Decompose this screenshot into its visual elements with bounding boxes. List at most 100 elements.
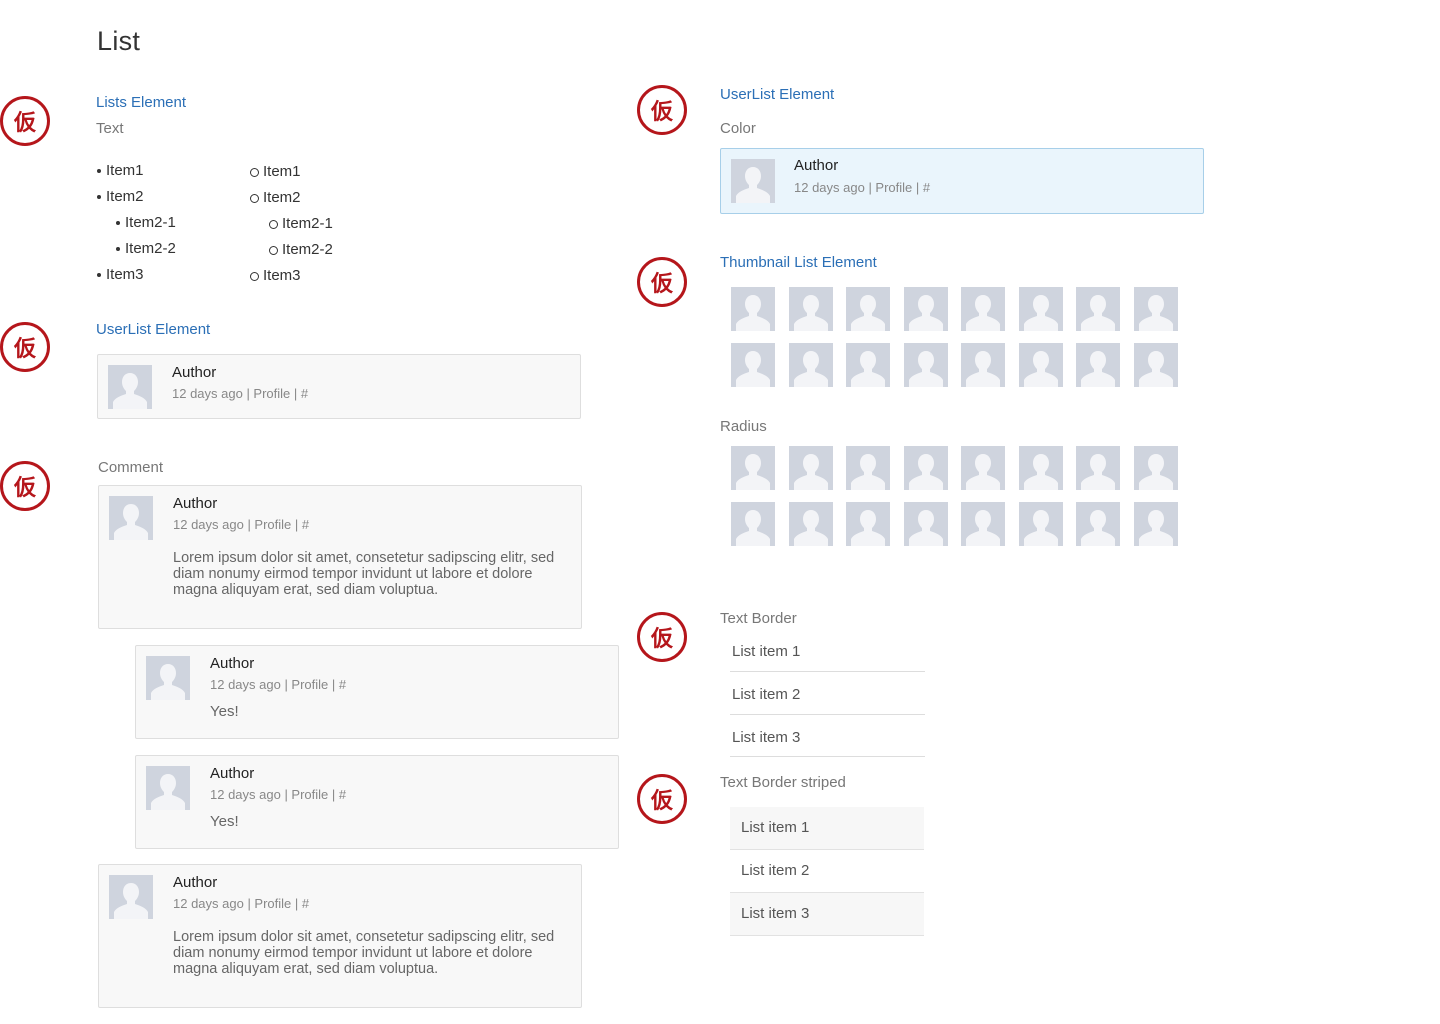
draft-stamp-icon: 仮	[0, 96, 50, 146]
circle-bullet-icon	[269, 219, 278, 229]
thumbnail-avatar-icon[interactable]	[846, 446, 890, 490]
striped-row[interactable]: List item 3	[730, 893, 924, 936]
circle-list-item: Item2-2	[269, 241, 333, 258]
thumbnail-avatar-icon[interactable]	[731, 502, 775, 546]
striped-item-label: List item 3	[741, 905, 810, 922]
bullet-list-item: Item2	[97, 188, 144, 205]
text-border-item[interactable]: List item 2	[732, 686, 800, 703]
thumbnail-avatar-icon[interactable]	[731, 446, 775, 490]
comment-body: Lorem ipsum dolor sit amet, consetetur s…	[173, 550, 555, 598]
user-meta[interactable]: 12 days ago | Profile | #	[794, 180, 930, 195]
comment-card: Author 12 days ago | Profile | # Lorem i…	[98, 864, 582, 1008]
page-title: List	[97, 26, 141, 56]
bullet-icon	[97, 169, 101, 174]
reply-author[interactable]: Author	[210, 655, 254, 672]
comment-meta[interactable]: 12 days ago | Profile | #	[173, 517, 309, 532]
draft-stamp-icon: 仮	[637, 774, 687, 824]
striped-row[interactable]: List item 1	[730, 807, 924, 850]
draft-stamp-icon: 仮	[637, 257, 687, 307]
striped-item-label: List item 2	[741, 862, 810, 879]
thumbnail-avatar-icon[interactable]	[1019, 343, 1063, 387]
user-avatar-icon	[109, 496, 153, 540]
thumbnail-avatar-icon[interactable]	[789, 446, 833, 490]
thumbnail-avatar-icon[interactable]	[1019, 502, 1063, 546]
thumbnail-avatar-icon[interactable]	[846, 287, 890, 331]
thumbnail-avatar-icon[interactable]	[789, 502, 833, 546]
thumbnail-avatar-icon[interactable]	[904, 446, 948, 490]
reply-meta[interactable]: 12 days ago | Profile | #	[210, 677, 346, 692]
thumbnail-avatar-icon[interactable]	[1134, 502, 1178, 546]
bullet-icon	[116, 221, 120, 226]
thumbnail-avatar-icon[interactable]	[731, 287, 775, 331]
divider	[730, 714, 925, 715]
draft-stamp-icon: 仮	[0, 322, 50, 372]
divider	[730, 671, 925, 672]
reply-meta[interactable]: 12 days ago | Profile | #	[210, 787, 346, 802]
thumbnail-avatar-icon[interactable]	[1076, 287, 1120, 331]
thumbnail-avatar-icon[interactable]	[1134, 343, 1178, 387]
text-border-item[interactable]: List item 1	[732, 643, 800, 660]
thumbnail-avatar-icon[interactable]	[1076, 446, 1120, 490]
bullet-list-item: Item1	[97, 162, 144, 179]
thumbnail-avatar-icon[interactable]	[846, 502, 890, 546]
reply-body: Yes!	[210, 813, 239, 830]
thumbnail-avatar-icon[interactable]	[846, 343, 890, 387]
thumbnail-avatar-icon[interactable]	[1076, 343, 1120, 387]
bullet-icon	[97, 273, 101, 278]
color-label: Color	[720, 120, 756, 137]
thumbnail-avatar-icon[interactable]	[1134, 287, 1178, 331]
user-avatar-icon	[109, 875, 153, 919]
thumbnail-avatar-icon[interactable]	[731, 343, 775, 387]
thumbnail-avatar-icon[interactable]	[904, 343, 948, 387]
striped-row[interactable]: List item 2	[730, 850, 924, 893]
user-card-color: Author 12 days ago | Profile | #	[720, 148, 1204, 214]
author-name[interactable]: Author	[172, 364, 216, 381]
thumbnail-avatar-icon[interactable]	[961, 287, 1005, 331]
draft-stamp-icon: 仮	[0, 461, 50, 511]
bullet-list-item: Item2-2	[116, 240, 176, 257]
thumbnail-avatar-icon[interactable]	[1134, 446, 1178, 490]
thumbnail-avatar-icon[interactable]	[1019, 287, 1063, 331]
comment-label: Comment	[98, 459, 164, 476]
user-card: Author 12 days ago | Profile | #	[97, 354, 581, 419]
user-avatar-icon	[108, 365, 152, 409]
userlist-element-title: UserList Element	[96, 321, 211, 338]
reply-card: Author 12 days ago | Profile | # Yes!	[135, 755, 619, 849]
user-avatar-icon	[146, 656, 190, 700]
circle-list-item: Item3	[250, 267, 301, 284]
text-border-striped-label: Text Border striped	[720, 774, 846, 791]
thumbnail-avatar-icon[interactable]	[789, 343, 833, 387]
thumbnail-avatar-icon[interactable]	[961, 502, 1005, 546]
text-border-label: Text Border	[720, 610, 797, 627]
thumbnail-avatar-icon[interactable]	[904, 502, 948, 546]
circle-bullet-icon	[250, 167, 259, 177]
thumbnail-list-title: Thumbnail List Element	[720, 254, 877, 271]
circle-bullet-icon	[250, 193, 259, 203]
comment-author[interactable]: Author	[173, 495, 217, 512]
text-border-item[interactable]: List item 3	[732, 729, 800, 746]
circle-bullet-icon	[250, 271, 259, 281]
thumbnail-avatar-icon[interactable]	[961, 343, 1005, 387]
thumbnail-avatar-icon[interactable]	[789, 287, 833, 331]
circle-list-item: Item2	[250, 189, 301, 206]
comment-author[interactable]: Author	[173, 874, 217, 891]
lists-element-title: Lists Element	[96, 94, 187, 111]
circle-list-item: Item2-1	[269, 215, 333, 232]
thumbnail-avatar-icon[interactable]	[961, 446, 1005, 490]
comment-body: Lorem ipsum dolor sit amet, consetetur s…	[173, 929, 555, 977]
thumbnail-avatar-icon[interactable]	[904, 287, 948, 331]
thumbnail-avatar-icon[interactable]	[1076, 502, 1120, 546]
circle-list-item: Item1	[250, 163, 301, 180]
author-name[interactable]: Author	[794, 157, 838, 174]
lists-text-label: Text	[96, 120, 124, 137]
bullet-list-item: Item2-1	[116, 214, 176, 231]
thumbnail-avatar-icon[interactable]	[1019, 446, 1063, 490]
reply-card: Author 12 days ago | Profile | # Yes!	[135, 645, 619, 739]
bullet-icon	[116, 247, 120, 252]
draft-stamp-icon: 仮	[637, 85, 687, 135]
reply-author[interactable]: Author	[210, 765, 254, 782]
bullet-list-item: Item3	[97, 266, 144, 283]
user-meta[interactable]: 12 days ago | Profile | #	[172, 386, 308, 401]
striped-item-label: List item 1	[741, 819, 810, 836]
comment-meta[interactable]: 12 days ago | Profile | #	[173, 896, 309, 911]
